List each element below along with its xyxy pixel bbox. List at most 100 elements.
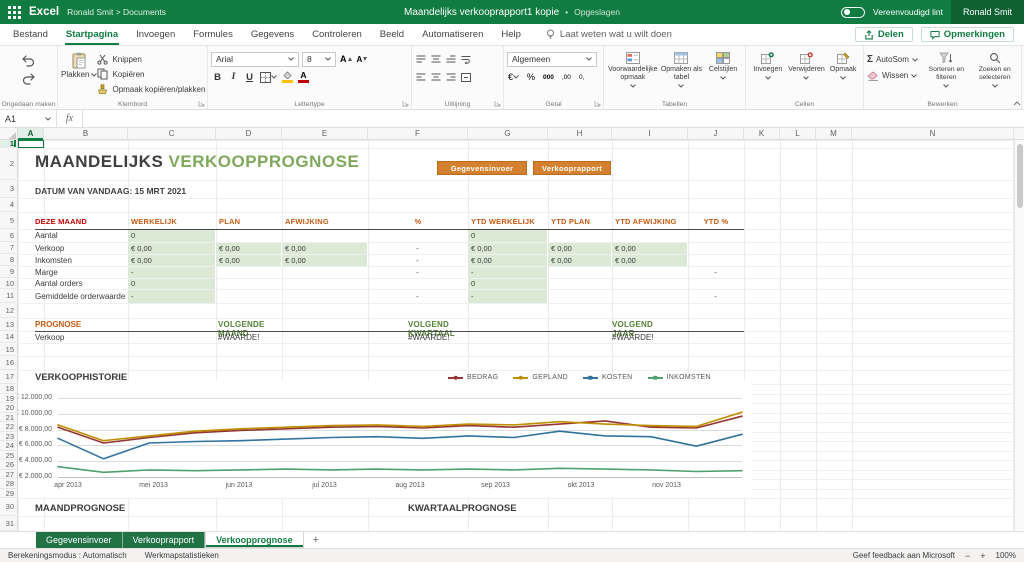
wissen-button[interactable]: Wissen [867, 68, 921, 83]
column-header-b[interactable]: B [44, 128, 128, 140]
prognose-value-2[interactable]: #WAARDE! [408, 333, 450, 342]
table-cell-c9[interactable]: - [128, 266, 215, 278]
ribbon-tab-controleren[interactable]: Controleren [303, 24, 371, 45]
align-left-icon[interactable] [415, 72, 427, 83]
row-header-21[interactable]: 21 [0, 413, 16, 422]
cut-button[interactable]: Knippen [97, 52, 205, 66]
row-header-24[interactable]: 24 [0, 441, 16, 451]
bold-button[interactable]: B [211, 71, 224, 84]
zoom-in-button[interactable]: + [980, 551, 985, 561]
fill-color-button[interactable] [281, 70, 294, 84]
row-header-20[interactable]: 20 [0, 403, 16, 413]
redo-button[interactable] [21, 72, 36, 86]
italic-button[interactable]: I [227, 71, 240, 83]
row-header-2[interactable]: 2 [0, 148, 16, 180]
align-right-icon[interactable] [445, 72, 457, 83]
autosom-button[interactable]: Σ AutoSom [867, 52, 921, 67]
sorteren-filteren-button[interactable]: Sorteren en filteren [923, 49, 969, 96]
ribbon-tab-invoegen[interactable]: Invoegen [127, 24, 184, 45]
font-size-select[interactable]: 8 [302, 51, 336, 67]
row-header-26[interactable]: 26 [0, 460, 16, 470]
table-cell-d7[interactable]: € 0,00 [216, 242, 281, 254]
vertical-scrollbar[interactable] [1014, 140, 1024, 531]
row-header-29[interactable]: 29 [0, 489, 16, 498]
opmaak-button[interactable]: Opmaak [826, 49, 860, 96]
table-cell-i7[interactable]: € 0,00 [612, 242, 687, 254]
currency-format-button[interactable]: € [507, 71, 520, 83]
align-center-icon[interactable] [430, 72, 442, 83]
table-cell-h8[interactable]: € 0,00 [548, 254, 611, 266]
font-color-button[interactable]: A [297, 70, 310, 84]
table-cell-g9[interactable]: - [468, 266, 547, 278]
table-cell-g11[interactable]: - [468, 289, 547, 303]
zoeken-selecteren-button[interactable]: Zoeken en selecteren [972, 49, 1018, 96]
share-button[interactable]: Delen [854, 27, 913, 42]
spreadsheet-area[interactable]: 1 2 3 4 5 6 7 8 9 10 11 12 13 14 15 16 17 18 19 20 21 22 23 24 2… [0, 140, 1024, 531]
column-header-i[interactable]: I [612, 128, 688, 140]
ribbon-tab-beeld[interactable]: Beeld [371, 24, 413, 45]
verkooprapport-button[interactable]: Verkooprapport [533, 161, 611, 175]
ribbon-tab-automatiseren[interactable]: Automatiseren [413, 24, 492, 45]
increase-decimal-button[interactable]: ,00 [561, 73, 572, 82]
column-header-l[interactable]: L [780, 128, 816, 140]
undo-button[interactable] [21, 54, 36, 68]
formula-input[interactable] [83, 110, 1024, 127]
merge-center-icon[interactable] [460, 72, 472, 83]
font-family-select[interactable]: Arial [211, 51, 299, 67]
number-dialog-launcher-icon[interactable] [594, 100, 601, 107]
column-header-j[interactable]: J [688, 128, 744, 140]
decrease-font-size-button[interactable]: A [356, 54, 369, 65]
row-header-23[interactable]: 23 [0, 432, 16, 441]
row-header-17[interactable]: 17 [0, 370, 16, 384]
comments-button[interactable]: Opmerkingen [920, 27, 1014, 42]
comma-format-button[interactable]: 000 [542, 73, 555, 82]
add-sheet-button[interactable]: + [304, 532, 328, 548]
account-button[interactable]: Ronald Smit [950, 0, 1024, 24]
number-format-select[interactable]: Algemeen [507, 51, 597, 67]
column-header-g[interactable]: G [468, 128, 548, 140]
ribbon-tab-startpagina[interactable]: Startpagina [57, 24, 127, 45]
document-title-area[interactable]: Maandelijks verkooprapport1 kopie • Opge… [404, 0, 620, 24]
row-header-27[interactable]: 27 [0, 470, 16, 479]
table-cell-g6[interactable]: 0 [468, 229, 547, 242]
opmaken-als-tabel-button[interactable]: Opmaken als tabel [659, 49, 705, 96]
decrease-decimal-button[interactable]: 0, [578, 73, 585, 82]
tell-me[interactable]: Laat weten wat u wilt doen [546, 29, 672, 40]
borders-button[interactable] [259, 71, 278, 84]
alignment-dialog-launcher-icon[interactable] [494, 100, 501, 107]
select-all-corner[interactable] [0, 128, 18, 140]
column-header-m[interactable]: M [816, 128, 852, 140]
table-cell-e7[interactable]: € 0,00 [282, 242, 367, 254]
table-cell-f11[interactable]: - [368, 290, 467, 303]
table-cell-c11[interactable]: - [128, 289, 215, 303]
row-header-28[interactable]: 28 [0, 479, 16, 489]
fx-icon[interactable]: fx [57, 110, 83, 127]
table-cell-e8[interactable]: € 0,00 [282, 254, 367, 266]
table-cell-c10[interactable]: 0 [128, 278, 215, 289]
invoegen-button[interactable]: Invoegen [749, 49, 787, 96]
align-middle-icon[interactable] [430, 54, 442, 65]
row-header-3[interactable]: 3 [0, 180, 16, 198]
row-header-16[interactable]: 16 [0, 356, 16, 370]
table-cell-g7[interactable]: € 0,00 [468, 242, 547, 254]
row-header-12[interactable]: 12 [0, 303, 16, 318]
align-top-icon[interactable] [415, 54, 427, 65]
saved-status[interactable]: Opgeslagen [574, 7, 620, 17]
table-cell-g8[interactable]: € 0,00 [468, 254, 547, 266]
align-bottom-icon[interactable] [445, 54, 457, 65]
column-header-d[interactable]: D [216, 128, 282, 140]
row-header-6[interactable]: 6 [0, 229, 16, 242]
table-cell-f7[interactable]: - [368, 243, 467, 254]
workbook-statistics[interactable]: Werkmapstatistieken [145, 551, 219, 560]
voorwaardelijke-opmaak-button[interactable]: Voorwaardelijke opmaak [607, 49, 659, 96]
gegevensinvoer-button[interactable]: Gegevensinvoer [437, 161, 527, 175]
row-header-9[interactable]: 9 [0, 266, 16, 278]
sheet-tab-verkoopprognose[interactable]: Verkoopprognose [205, 532, 304, 548]
wrap-text-icon[interactable] [460, 54, 472, 65]
row-header-18[interactable]: 18 [0, 384, 16, 394]
clipboard-dialog-launcher-icon[interactable] [198, 100, 205, 107]
underline-button[interactable]: U [243, 71, 256, 84]
table-cell-c6[interactable]: 0 [128, 229, 215, 242]
app-launcher-waffle-icon[interactable] [8, 5, 21, 19]
verwijderen-button[interactable]: Verwijderen [787, 49, 827, 96]
